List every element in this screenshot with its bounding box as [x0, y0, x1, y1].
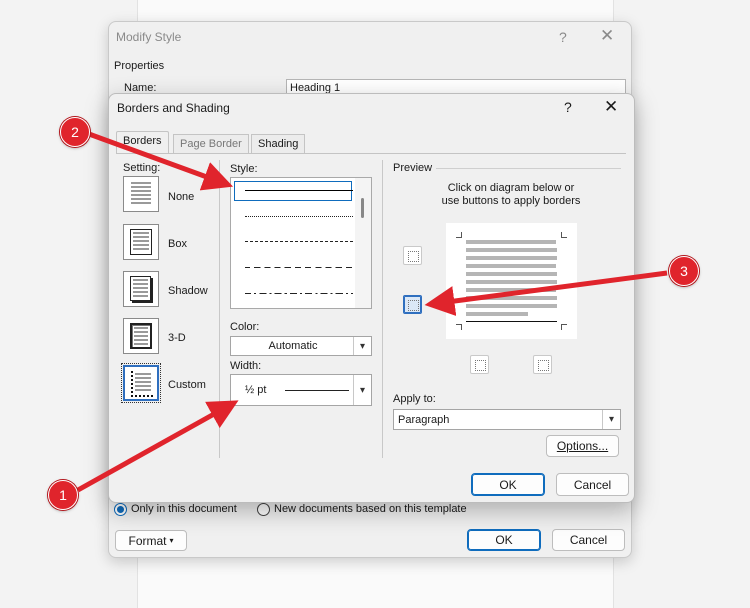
width-dropdown[interactable]: ½ pt ▾ [230, 374, 372, 406]
new-documents-radio[interactable] [257, 503, 270, 516]
setting-box-box[interactable] [123, 224, 159, 260]
preview-label: Preview [393, 162, 433, 174]
setting-divider [219, 160, 220, 458]
modify-style-cancel-button[interactable]: Cancel [552, 529, 625, 551]
top-border-button-icon[interactable] [403, 246, 422, 265]
style-dashed-small-line[interactable] [245, 241, 353, 242]
setting-none-label[interactable]: None [168, 191, 194, 203]
preview-hint-line2: use buttons to apply borders [441, 195, 581, 207]
setting-box-label[interactable]: Box [168, 238, 187, 250]
preview-diagram[interactable] [446, 223, 577, 339]
style-dotted-line[interactable] [245, 216, 353, 217]
options-button[interactable]: Options... [546, 435, 619, 457]
properties-heading: Properties [114, 60, 165, 72]
modify-style-help-icon[interactable]: ? [559, 29, 567, 45]
apply-to-value: Paragraph [398, 414, 450, 426]
left-border-button-icon[interactable] [470, 355, 489, 374]
apply-to-label: Apply to: [393, 393, 436, 405]
width-chevron-down-icon[interactable]: ▾ [353, 375, 371, 405]
style-selected-item[interactable] [234, 181, 352, 201]
preview-heading-rule [436, 168, 621, 169]
width-line-sample [285, 390, 349, 391]
setting-3d-box[interactable] [123, 318, 159, 354]
style-dash-dot-line[interactable] [245, 293, 353, 294]
none-preview-icon [131, 182, 151, 206]
setting-3d-label[interactable]: 3-D [168, 332, 186, 344]
style-list-scrollbar[interactable] [355, 178, 371, 308]
setting-shadow-label[interactable]: Shadow [168, 285, 208, 297]
style-list[interactable] [230, 177, 372, 309]
style-scrollbar-thumb[interactable] [361, 198, 364, 218]
preview-bottom-border[interactable] [466, 321, 557, 322]
tab-page-border[interactable]: Page Border [173, 134, 249, 154]
style-solid-line[interactable] [245, 190, 353, 191]
borders-cancel-button[interactable]: Cancel [556, 473, 629, 496]
style-label: Style: [230, 163, 258, 175]
borders-ok-button[interactable]: OK [471, 473, 545, 496]
new-documents-label[interactable]: New documents based on this template [274, 503, 467, 515]
right-border-button-icon[interactable] [533, 355, 552, 374]
3d-preview-icon [130, 323, 152, 349]
apply-to-chevron-down-icon[interactable]: ▾ [602, 410, 620, 429]
color-chevron-down-icon[interactable]: ▾ [353, 337, 371, 355]
box-preview-icon [130, 229, 152, 255]
modify-style-title: Modify Style [116, 30, 182, 44]
borders-shading-close-icon[interactable]: ✕ [604, 97, 618, 117]
setting-label: Setting: [123, 162, 161, 174]
preview-hint-line1: Click on diagram below or [447, 182, 575, 194]
annotation-badge-1: 1 [48, 480, 78, 510]
borders-shading-help-icon[interactable]: ? [564, 99, 572, 115]
tab-shading[interactable]: Shading [251, 134, 306, 154]
modify-style-ok-button[interactable]: OK [467, 529, 541, 551]
format-button-label: Format [128, 533, 167, 548]
format-button[interactable]: Format ▾ [115, 530, 187, 551]
width-label: Width: [230, 360, 262, 372]
options-button-label: Options... [556, 439, 609, 453]
apply-to-dropdown[interactable]: Paragraph ▾ [393, 409, 621, 430]
annotation-badge-2: 2 [60, 117, 90, 147]
middle-border-button-icon[interactable] [403, 295, 422, 314]
tab-borders[interactable]: Borders [116, 131, 169, 154]
setting-custom-label[interactable]: Custom [168, 379, 206, 391]
setting-none-box[interactable] [123, 176, 159, 212]
setting-custom-box[interactable] [121, 363, 161, 403]
color-dropdown[interactable]: Automatic ▾ [230, 336, 372, 356]
only-this-document-radio[interactable] [114, 503, 127, 516]
style-dashed-large-line[interactable] [245, 267, 353, 268]
style-divider [382, 160, 383, 458]
borders-shading-title: Borders and Shading [117, 101, 230, 115]
modify-style-close-icon[interactable]: ✕ [600, 26, 614, 46]
only-this-document-label[interactable]: Only in this document [131, 503, 237, 515]
tab-strip-divider [116, 153, 626, 154]
width-value: ½ pt [245, 384, 267, 396]
shadow-preview-icon [130, 276, 151, 301]
format-caret-icon: ▾ [169, 536, 174, 545]
annotation-badge-3: 3 [669, 256, 699, 286]
setting-shadow-box[interactable] [123, 271, 159, 307]
custom-preview-icon [131, 371, 153, 397]
color-value: Automatic [268, 340, 318, 352]
color-label: Color: [230, 321, 260, 333]
